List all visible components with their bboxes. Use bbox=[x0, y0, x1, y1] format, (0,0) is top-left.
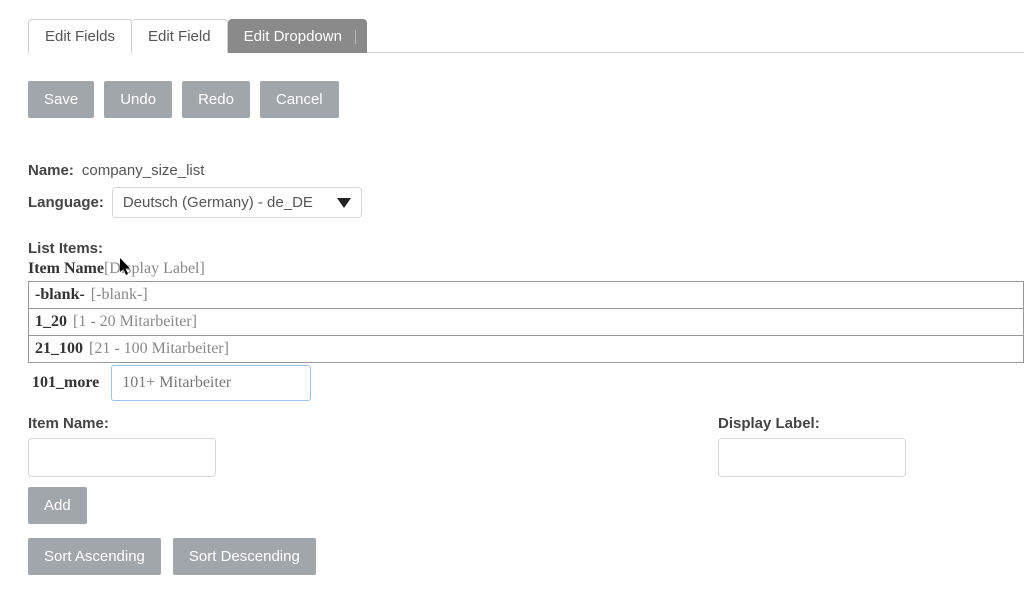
list-columns-header: Item Name[Display Label] bbox=[28, 260, 1024, 278]
list-row-label-input[interactable] bbox=[111, 365, 311, 401]
tab-edit-fields[interactable]: Edit Fields bbox=[28, 19, 132, 53]
item-name-label: Item Name: bbox=[28, 415, 718, 432]
tab-edit-dropdown[interactable]: Edit Dropdown bbox=[228, 19, 367, 53]
language-select[interactable]: Deutsch (Germany) - de_DE bbox=[112, 187, 362, 218]
tab-edit-field[interactable]: Edit Field bbox=[132, 19, 228, 53]
sort-ascending-button[interactable]: Sort Ascending bbox=[28, 538, 161, 575]
list-row[interactable]: 21_100 [21 - 100 Mitarbeiter] bbox=[28, 335, 1024, 363]
list-row-name: -blank- bbox=[35, 286, 85, 304]
name-label: Name: bbox=[28, 162, 74, 179]
name-row: Name: company_size_list bbox=[28, 162, 1024, 179]
list-row-label: [1 - 20 Mitarbeiter] bbox=[73, 313, 197, 331]
sort-descending-button[interactable]: Sort Descending bbox=[173, 538, 316, 575]
caret-down-icon bbox=[337, 198, 351, 208]
column-display-label: [Display Label] bbox=[104, 260, 205, 277]
undo-button[interactable]: Undo bbox=[104, 81, 172, 118]
action-bar: Save Undo Redo Cancel bbox=[28, 81, 1024, 118]
redo-button[interactable]: Redo bbox=[182, 81, 250, 118]
list-row[interactable]: 1_20 [1 - 20 Mitarbeiter] bbox=[28, 308, 1024, 336]
list-row[interactable]: -blank- [-blank-] bbox=[28, 281, 1024, 309]
add-item-form: Item Name: Add Sort Ascending Sort Desce… bbox=[28, 415, 1024, 575]
list-row-label: [21 - 100 Mitarbeiter] bbox=[89, 340, 229, 358]
list-row-name: 21_100 bbox=[35, 340, 83, 358]
language-row: Language: Deutsch (Germany) - de_DE bbox=[28, 187, 1024, 218]
display-label-input[interactable] bbox=[718, 438, 906, 477]
column-item-name: Item Name bbox=[28, 260, 104, 277]
language-select-value: Deutsch (Germany) - de_DE bbox=[123, 194, 313, 211]
list-items-section: List Items: Item Name[Display Label] -bl… bbox=[28, 240, 1024, 401]
name-value: company_size_list bbox=[82, 162, 205, 179]
display-label-label: Display Label: bbox=[718, 415, 1024, 432]
list-row[interactable]: 101_more bbox=[28, 365, 1024, 401]
list-row-name: 1_20 bbox=[35, 313, 67, 331]
item-name-input[interactable] bbox=[28, 438, 216, 477]
language-label: Language: bbox=[28, 194, 104, 211]
list-row-name: 101_more bbox=[28, 366, 105, 400]
tab-strip: Edit FieldsEdit FieldEdit Dropdown bbox=[28, 18, 1024, 53]
cancel-button[interactable]: Cancel bbox=[260, 81, 339, 118]
list-rows: -blank- [-blank-]1_20 [1 - 20 Mitarbeite… bbox=[28, 281, 1024, 401]
add-button[interactable]: Add bbox=[28, 487, 87, 524]
list-items-label: List Items: bbox=[28, 240, 1024, 257]
list-row-label: [-blank-] bbox=[91, 286, 148, 304]
save-button[interactable]: Save bbox=[28, 81, 94, 118]
